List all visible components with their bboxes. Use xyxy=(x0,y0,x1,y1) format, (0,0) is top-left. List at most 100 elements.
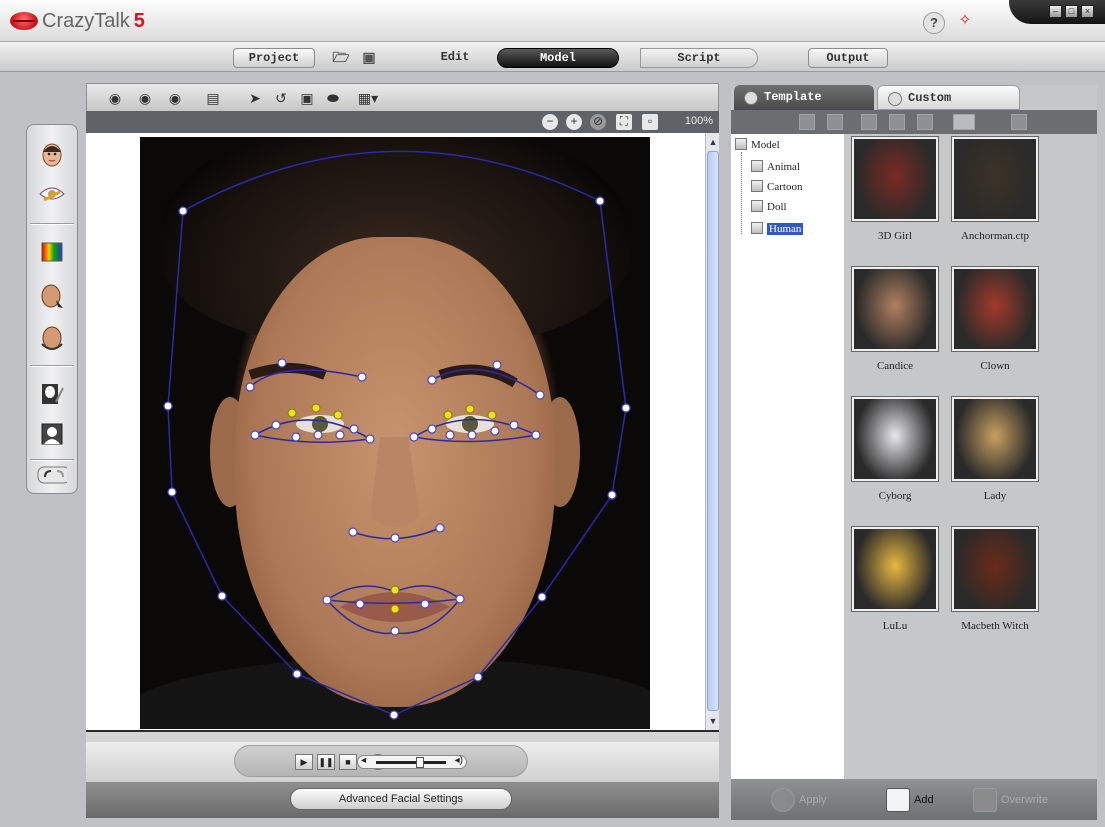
arrow-icon[interactable]: ➤ xyxy=(245,88,265,108)
mesh-control-point[interactable] xyxy=(535,390,545,400)
delete-icon[interactable] xyxy=(917,114,933,130)
template-thumbnail[interactable] xyxy=(951,526,1039,612)
close-button[interactable]: × xyxy=(1081,5,1094,18)
menu-output[interactable]: Output xyxy=(808,48,888,68)
tree-item-cartoon[interactable]: Cartoon xyxy=(751,180,802,193)
mesh-control-point[interactable] xyxy=(607,490,617,500)
add-button[interactable]: Add xyxy=(886,787,934,813)
mesh-anchor-point[interactable] xyxy=(333,410,343,420)
mesh-control-point[interactable] xyxy=(445,430,455,440)
tree-item-animal[interactable]: Animal xyxy=(751,160,800,173)
mesh-control-point[interactable] xyxy=(389,710,399,720)
face-fit-icon[interactable] xyxy=(37,139,67,169)
mesh-control-point[interactable] xyxy=(250,430,260,440)
mesh-anchor-point[interactable] xyxy=(443,410,453,420)
mesh-anchor-point[interactable] xyxy=(487,410,497,420)
mesh-anchor-point[interactable] xyxy=(465,404,475,414)
mesh-anchor-point[interactable] xyxy=(390,585,400,595)
mesh-control-point[interactable] xyxy=(509,420,519,430)
tree-item-model[interactable]: Model xyxy=(735,138,780,151)
save-frame-icon[interactable]: ▣ xyxy=(297,88,317,108)
mesh-anchor-point[interactable] xyxy=(390,604,400,614)
template-thumbnail[interactable] xyxy=(851,266,939,352)
menu-model[interactable]: Model xyxy=(497,48,619,68)
mesh-control-point[interactable] xyxy=(355,599,365,609)
new-folder-icon[interactable] xyxy=(799,114,815,130)
tab-template[interactable]: Template xyxy=(734,85,874,110)
volume-knob[interactable] xyxy=(416,757,424,768)
search-icon[interactable] xyxy=(1011,114,1027,130)
mesh-anchor-point[interactable] xyxy=(311,403,321,413)
mesh-control-point[interactable] xyxy=(595,196,605,206)
eye-side-icon[interactable]: ◉ xyxy=(135,88,155,108)
mesh-control-point[interactable] xyxy=(335,430,345,440)
profile-icon[interactable] xyxy=(37,419,67,449)
eye-brush-icon[interactable] xyxy=(37,179,67,209)
help-icon[interactable]: ? xyxy=(923,12,945,34)
template-thumbnail[interactable] xyxy=(851,396,939,482)
mesh-anchor-point[interactable] xyxy=(287,408,297,418)
zoom-out-icon[interactable]: − xyxy=(542,114,558,130)
fit-icon[interactable]: ⛶ xyxy=(616,114,632,130)
apply-button[interactable]: Apply xyxy=(771,787,827,813)
template-thumbnail[interactable] xyxy=(851,526,939,612)
mesh-control-point[interactable] xyxy=(390,533,400,543)
move-down-icon[interactable] xyxy=(889,114,905,130)
mesh-control-point[interactable] xyxy=(163,401,173,411)
play-button[interactable]: ▶ xyxy=(295,754,313,770)
template-thumbnail[interactable] xyxy=(951,136,1039,222)
mesh-control-point[interactable] xyxy=(492,360,502,370)
mesh-control-point[interactable] xyxy=(427,424,437,434)
mesh-control-point[interactable] xyxy=(292,669,302,679)
menu-edit[interactable]: Edit xyxy=(425,48,485,68)
page-icon[interactable]: ▤ xyxy=(203,88,223,108)
mesh-control-point[interactable] xyxy=(427,375,437,385)
mesh-control-point[interactable] xyxy=(467,430,477,440)
mesh-control-point[interactable] xyxy=(420,599,430,609)
stop-button[interactable]: ■ xyxy=(339,754,357,770)
mesh-control-point[interactable] xyxy=(349,424,359,434)
mesh-control-point[interactable] xyxy=(348,527,358,537)
mesh-control-point[interactable] xyxy=(435,523,445,533)
restore-button[interactable]: □ xyxy=(1065,5,1078,18)
mask-brush-icon[interactable] xyxy=(37,379,67,409)
rotate-icon[interactable]: ↺ xyxy=(271,88,291,108)
minimize-button[interactable]: – xyxy=(1049,5,1062,18)
eye-front-icon[interactable]: ◉ xyxy=(105,88,125,108)
mesh-control-point[interactable] xyxy=(291,432,301,442)
magic-wand-icon[interactable]: ✧ xyxy=(953,10,977,34)
mesh-control-point[interactable] xyxy=(217,591,227,601)
volume-slider[interactable]: ◂ ◂) xyxy=(357,755,467,769)
mesh-control-point[interactable] xyxy=(621,403,631,413)
undo-redo-icon[interactable] xyxy=(37,463,67,487)
mesh-control-point[interactable] xyxy=(537,592,547,602)
color-palette-icon[interactable] xyxy=(37,237,67,267)
eye-back-icon[interactable]: ◉ xyxy=(165,88,185,108)
save-icon[interactable]: ▣ xyxy=(358,48,380,68)
tab-custom[interactable]: Custom xyxy=(877,85,1020,110)
mesh-control-point[interactable] xyxy=(245,382,255,392)
mesh-control-point[interactable] xyxy=(167,487,177,497)
mesh-control-point[interactable] xyxy=(322,595,332,605)
mouth-icon[interactable]: ⬬ xyxy=(323,88,343,108)
mesh-control-point[interactable] xyxy=(313,430,323,440)
advanced-facial-settings-button[interactable]: Advanced Facial Settings xyxy=(290,788,512,810)
mesh-control-point[interactable] xyxy=(531,430,541,440)
reset-icon[interactable]: ⊘ xyxy=(590,114,606,130)
template-thumbnail[interactable] xyxy=(951,266,1039,352)
face-mesh-overlay[interactable] xyxy=(140,137,650,729)
mesh-control-point[interactable] xyxy=(365,434,375,444)
scroll-thumb[interactable] xyxy=(707,151,719,711)
mesh-control-point[interactable] xyxy=(409,432,419,442)
overwrite-button[interactable]: Overwrite xyxy=(973,787,1048,813)
menu-project[interactable]: Project xyxy=(233,48,315,68)
mesh-control-point[interactable] xyxy=(178,206,188,216)
image-dropdown-icon[interactable]: ▦▾ xyxy=(351,88,385,108)
template-thumbnail[interactable] xyxy=(951,396,1039,482)
timeline[interactable] xyxy=(86,730,719,742)
tree-item-human[interactable]: Human xyxy=(751,222,804,235)
mesh-control-point[interactable] xyxy=(271,420,281,430)
open-folder-icon[interactable]: 🗁 xyxy=(330,48,352,68)
scroll-up-icon[interactable]: ▲ xyxy=(706,135,720,149)
copy-icon[interactable] xyxy=(827,114,843,130)
